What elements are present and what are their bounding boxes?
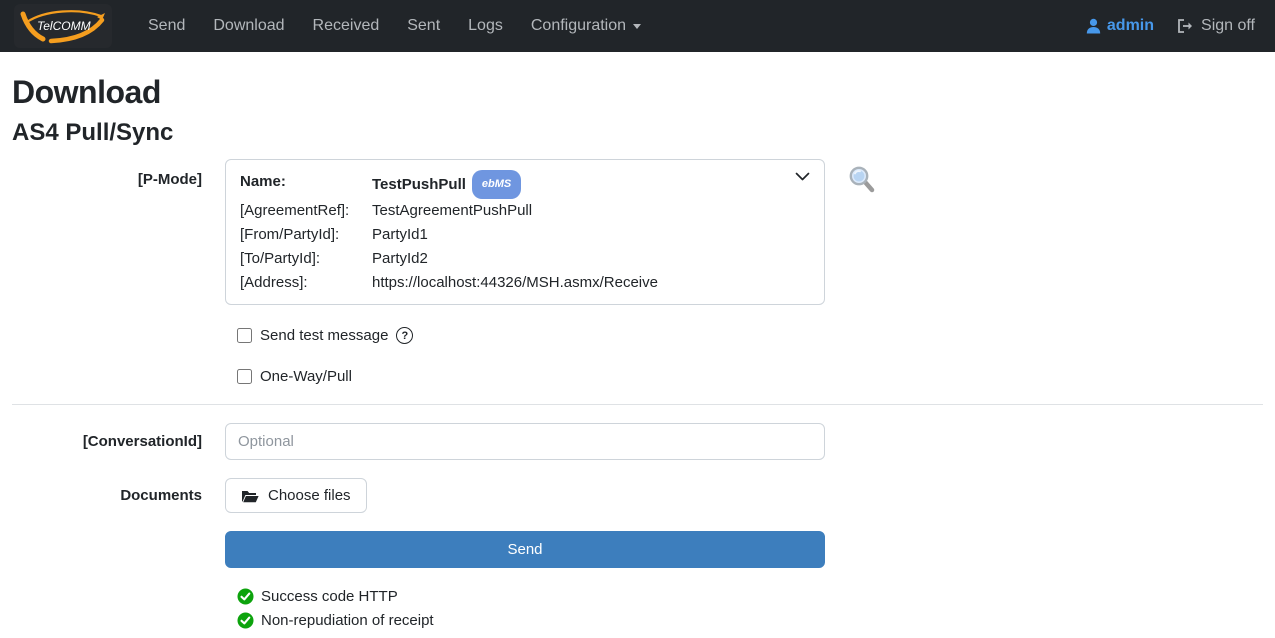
nav-right: admin Sign off [1080,9,1261,43]
send-test-message-row: Send test message ? [237,327,1263,344]
user-menu[interactable]: admin [1080,9,1160,43]
svg-text:TelCOMM: TelCOMM [37,19,91,33]
nav-item-configuration[interactable]: Configuration [519,9,653,43]
choose-files-button[interactable]: Choose files [225,478,367,513]
pmode-details: Name: TestPushPull ebMS [AgreementRef]: T… [240,170,810,295]
pmode-value-topartyid: PartyId2 [372,247,810,271]
choose-files-label: Choose files [268,487,351,504]
pmode-key-topartyid: [To/PartyId]: [240,247,372,271]
nav-item-received[interactable]: Received [301,9,392,43]
pmode-value-frompartyid: PartyId1 [372,223,810,247]
page-title: Download [12,74,1263,111]
pmode-select[interactable]: Name: TestPushPull ebMS [AgreementRef]: T… [225,159,825,305]
conversationid-input[interactable] [225,423,825,460]
nav-item-sent[interactable]: Sent [395,9,452,43]
pmode-key-agreementref: [AgreementRef]: [240,199,372,223]
telcomm-logo[interactable]: TelCOMM [14,4,112,48]
pmode-key-frompartyid: [From/PartyId]: [240,223,372,247]
conversationid-row: [ConversationId] [12,423,1263,460]
pmode-value-agreementref: TestAgreementPushPull [372,199,810,223]
pmode-label: [P-Mode] [12,159,202,188]
send-row: Send [12,531,1263,568]
check-circle-icon [237,588,254,605]
pmode-name-text: TestPushPull [372,176,466,193]
pmode-key-address: [Address]: [240,271,372,295]
nav-item-send[interactable]: Send [136,9,197,43]
folder-open-icon [241,489,259,503]
main-content: Download AS4 Pull/Sync [P-Mode] Name: Te… [0,74,1275,629]
status-non-repudiation: Non-repudiation of receipt [237,612,1263,629]
page-subtitle: AS4 Pull/Sync [12,119,1263,147]
pmode-value-address: https://localhost:44326/MSH.asmx/Receive [372,271,810,295]
documents-row: Documents Choose files [12,478,1263,513]
send-test-message-checkbox[interactable] [237,328,252,343]
pmode-row: [P-Mode] Name: TestPushPull ebMS [Agreeme… [12,159,1263,305]
search-icon [848,165,875,194]
pmode-value-name: TestPushPull ebMS [372,170,810,199]
documents-label: Documents [12,487,202,504]
nav-links: Send Download Received Sent Logs Configu… [136,9,653,43]
one-way-pull-row: One-Way/Pull [237,368,1263,385]
chevron-down-icon [795,172,810,181]
help-icon[interactable]: ? [396,327,413,344]
one-way-pull-checkbox[interactable] [237,369,252,384]
pmode-key-name: Name: [240,170,372,199]
section-divider [12,404,1263,405]
status-label: Success code HTTP [261,588,398,605]
nav-item-download[interactable]: Download [201,9,296,43]
status-success-code-http: Success code HTTP [237,588,1263,605]
status-list: Success code HTTP Non-repudiation of rec… [237,588,1263,629]
sign-off-label: Sign off [1201,17,1255,35]
conversationid-label: [ConversationId] [12,433,202,450]
pmode-search-button[interactable] [848,159,888,199]
ebms-badge: ebMS [472,170,521,199]
nav-item-configuration-label: Configuration [531,17,626,35]
logo-swoosh-icon: TelCOMM [17,6,109,46]
send-test-message-label: Send test message [260,327,388,344]
user-icon [1086,18,1101,34]
sign-off-button[interactable]: Sign off [1170,9,1261,43]
sign-off-icon [1176,18,1194,34]
user-name: admin [1107,17,1154,35]
nav-item-logs[interactable]: Logs [456,9,515,43]
chevron-down-icon [633,24,641,29]
one-way-pull-label: One-Way/Pull [260,368,352,385]
send-button[interactable]: Send [225,531,825,568]
top-navbar: TelCOMM Send Download Received Sent Logs… [0,0,1275,52]
status-label: Non-repudiation of receipt [261,612,434,629]
check-circle-icon [237,612,254,629]
